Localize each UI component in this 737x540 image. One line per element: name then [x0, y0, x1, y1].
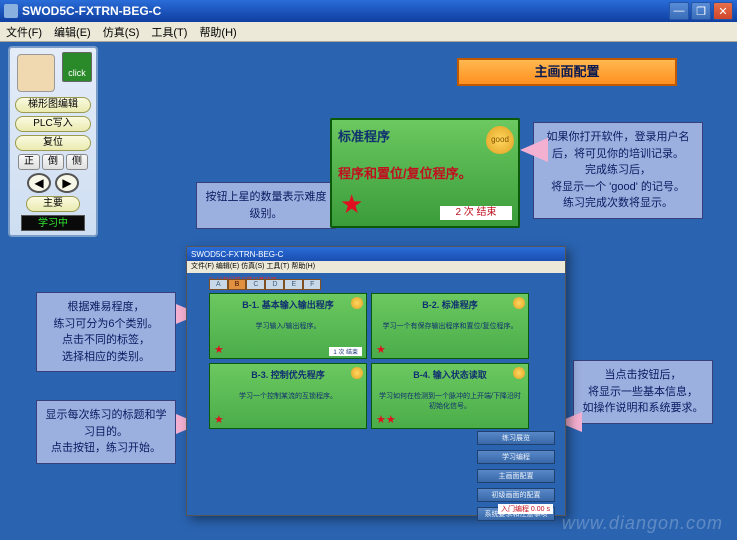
lesson-card[interactable]: B-4. 输入状态读取 学习如何在检测到一个脉冲的上开端/下降沿时初始化信号。 …: [371, 363, 529, 429]
tab-c[interactable]: C: [246, 279, 265, 290]
inner-menubar: 文件(F) 编辑(E) 仿真(S) 工具(T) 帮助(H): [187, 261, 565, 273]
lesson-text: 学习一个有保存输出程序和置位/复位程序。: [376, 321, 524, 331]
good-badge-icon: good: [486, 126, 514, 154]
avatar-icon: [17, 54, 55, 92]
lesson-count: 1 次 结束: [329, 347, 362, 356]
inner-btn-2[interactable]: 学习编程: [477, 450, 555, 464]
lesson-card[interactable]: B-2. 标准程序 学习一个有保存输出程序和置位/复位程序。 ★: [371, 293, 529, 359]
learning-status: 学习中: [21, 215, 85, 231]
tab-a[interactable]: A: [209, 279, 228, 290]
toolbox: click 梯形图编辑 PLC写入 复位 正 倒 侧 ◀ ▶ 主要 学习中: [8, 46, 98, 237]
lesson-card[interactable]: B-3. 控制优先程序 学习一个控制某流的互锁程序。 ★: [209, 363, 367, 429]
watermark: www.diangon.com: [562, 513, 723, 534]
arrow-row: ◀ ▶: [14, 173, 92, 193]
program-subtitle: 程序和置位/复位程序。: [338, 163, 512, 182]
tab-d[interactable]: D: [265, 279, 284, 290]
tab-b[interactable]: B: [228, 279, 247, 290]
callout-right-info: 如果你打开软件，登录用户名后，将可见你的培训记录。 完成练习后， 将显示一个 '…: [533, 122, 703, 219]
callout-titles: 显示每次练习的标题和学习目的。 点击按钮，练习开始。: [36, 400, 176, 464]
titlebar: SWOD5C-FXTRN-BEG-C — ❐ ✕: [0, 0, 737, 22]
main-canvas: click 梯形图编辑 PLC写入 复位 正 倒 侧 ◀ ▶ 主要 学习中 主画…: [0, 42, 737, 540]
good-badge-icon: [513, 367, 525, 379]
lesson-text: 学习一个控制某流的互锁程序。: [214, 391, 362, 401]
reset-button[interactable]: 复位: [15, 135, 91, 151]
view-back-button[interactable]: 倒: [42, 154, 64, 170]
star-icon: ★★: [376, 413, 396, 426]
inner-tabs: A B C D E F: [209, 279, 321, 290]
window-controls: — ❐ ✕: [669, 2, 733, 20]
ladder-edit-button[interactable]: 梯形图编辑: [15, 97, 91, 113]
inner-btn-1[interactable]: 练习展览: [477, 431, 555, 445]
star-icon: ★: [340, 189, 363, 220]
menubar: 文件(F) 编辑(E) 仿真(S) 工具(T) 帮助(H): [0, 22, 737, 42]
lesson-card[interactable]: B-1. 基本输入输出程序 学习输入/输出程序。 ★ 1 次 结束: [209, 293, 367, 359]
inner-window-title: SWOD5C-FXTRN-BEG-C: [191, 250, 283, 259]
menu-tools[interactable]: 工具(T): [151, 24, 187, 40]
good-badge-icon: [351, 297, 363, 309]
next-arrow-button[interactable]: ▶: [55, 173, 79, 193]
tab-e[interactable]: E: [284, 279, 303, 290]
view-front-button[interactable]: 正: [18, 154, 40, 170]
star-icon: ★: [376, 343, 386, 356]
lesson-title: B-3. 控制优先程序: [214, 368, 362, 381]
star-icon: ★: [214, 343, 224, 356]
inner-window: SWOD5C-FXTRN-BEG-C 文件(F) 编辑(E) 仿真(S) 工具(…: [186, 246, 566, 516]
window-title: SWOD5C-FXTRN-BEG-C: [22, 4, 669, 18]
main-button[interactable]: 主要: [26, 196, 80, 212]
tab-f[interactable]: F: [303, 279, 321, 290]
inner-footer: 入门编程 0.00 s: [498, 504, 553, 514]
view-buttons-row: 正 倒 侧: [14, 154, 92, 170]
callout-star-meaning: 按钮上星的数量表示难度级别。: [196, 182, 336, 229]
plc-write-button[interactable]: PLC写入: [15, 116, 91, 132]
lesson-text: 学习输入/输出程序。: [214, 321, 362, 331]
inner-titlebar: SWOD5C-FXTRN-BEG-C: [187, 247, 565, 261]
inner-btn-3[interactable]: 主画面配置: [477, 469, 555, 483]
callout-after-click: 当点击按钮后， 将显示一些基本信息， 如操作说明和系统要求。: [573, 360, 713, 424]
click-indicator: click: [62, 52, 92, 82]
star-icon: ★: [214, 413, 224, 426]
menu-edit[interactable]: 编辑(E): [54, 24, 91, 40]
main-config-header: 主画面配置: [457, 58, 677, 86]
lesson-title: B-2. 标准程序: [376, 298, 524, 311]
lesson-title: B-4. 输入状态读取: [376, 368, 524, 381]
program-panel[interactable]: 标准程序 程序和置位/复位程序。 good ★ 2 次 结束: [330, 118, 520, 228]
lesson-grid: B-1. 基本输入输出程序 学习输入/输出程序。 ★ 1 次 结束 B-2. 标…: [209, 293, 529, 429]
view-side-button[interactable]: 侧: [66, 154, 88, 170]
result-count: 2 次 结束: [440, 206, 512, 220]
menu-sim[interactable]: 仿真(S): [103, 24, 140, 40]
close-button[interactable]: ✕: [713, 2, 733, 20]
lesson-title: B-1. 基本输入输出程序: [214, 298, 362, 311]
good-badge-icon: [351, 367, 363, 379]
lesson-text: 学习如何在检测到一个脉冲的上开端/下降沿时初始化信号。: [376, 391, 524, 411]
menu-file[interactable]: 文件(F): [6, 24, 42, 40]
maximize-button[interactable]: ❐: [691, 2, 711, 20]
pointer-icon: [520, 138, 548, 162]
prev-arrow-button[interactable]: ◀: [27, 173, 51, 193]
inner-btn-4[interactable]: 初级画面的配置: [477, 488, 555, 502]
good-badge-icon: [513, 297, 525, 309]
menu-help[interactable]: 帮助(H): [199, 24, 236, 40]
callout-categories: 根据难易程度， 练习可分为6个类别。 点击不同的标签， 选择相应的类别。: [36, 292, 176, 372]
minimize-button[interactable]: —: [669, 2, 689, 20]
inner-body: B: 让我们学习学习基础吧 A B C D E F B-1. 基本输入输出程序 …: [187, 273, 565, 517]
app-icon: [4, 4, 18, 18]
